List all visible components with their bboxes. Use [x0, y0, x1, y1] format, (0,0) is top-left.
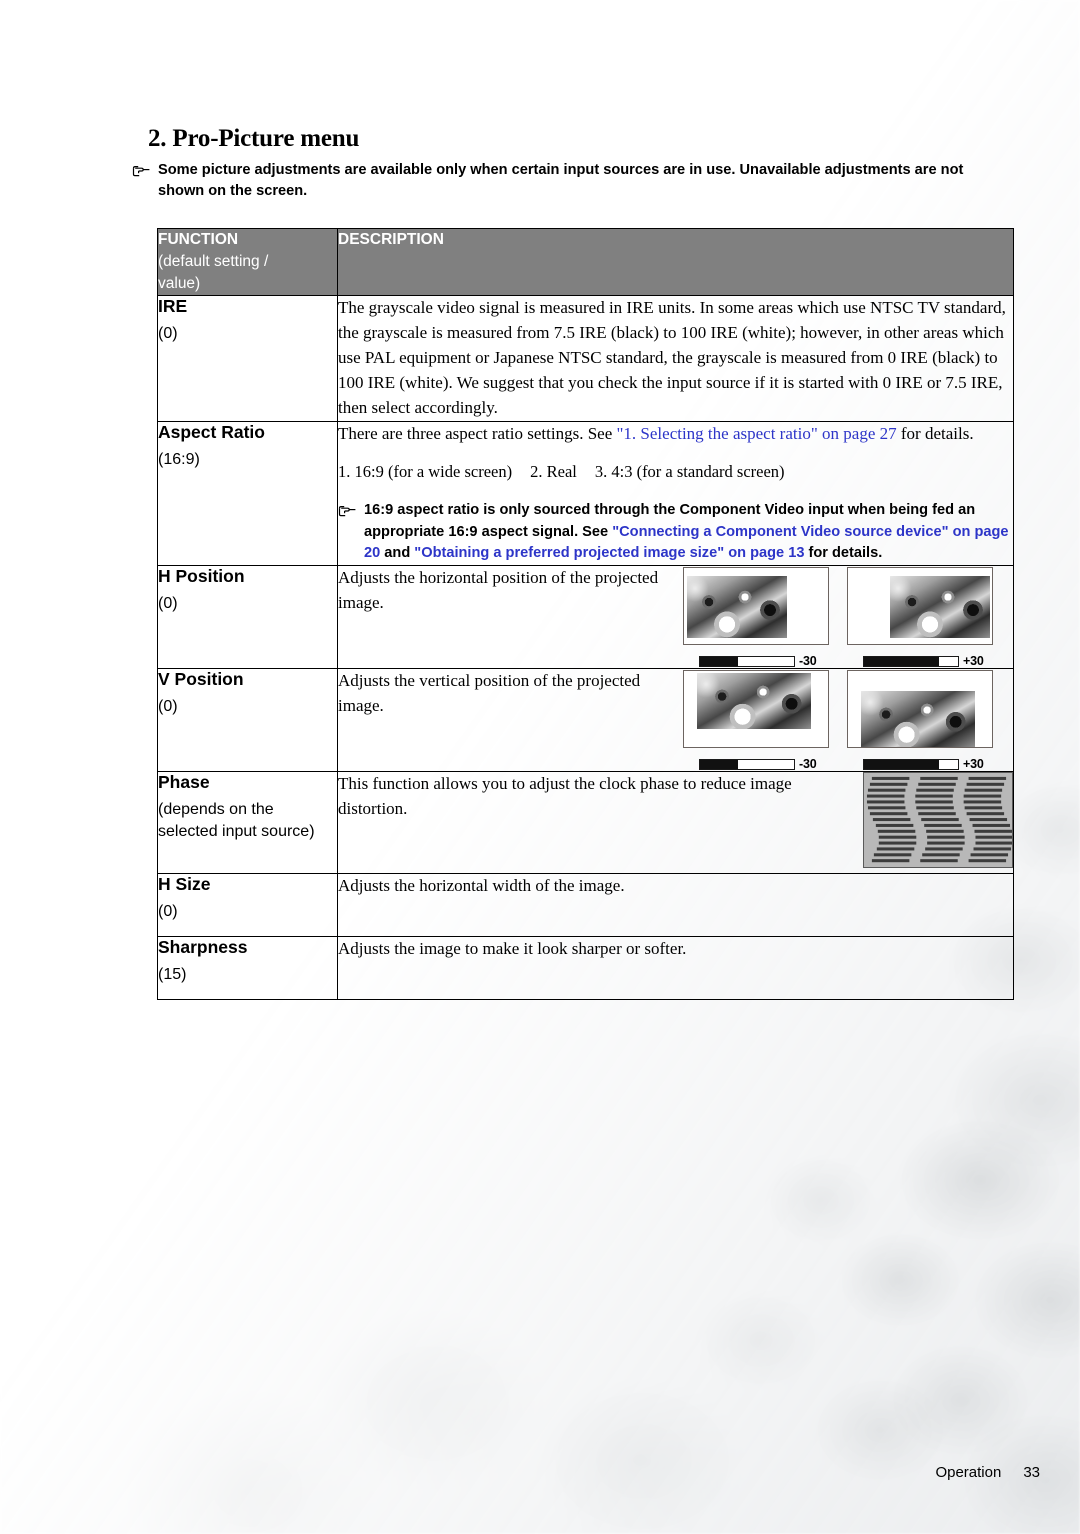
table-row-aspect-ratio: Aspect Ratio (16:9) There are three aspe… — [157, 420, 1014, 567]
table-row-ire: IRE (0) The grayscale video signal is me… — [157, 295, 1014, 422]
h-position-example-minus: -30 — [683, 567, 831, 668]
aspect-option-3: 3. 4:3 (for a standard screen) — [594, 461, 785, 481]
slider-value-label: +30 — [963, 757, 984, 772]
sample-photo — [861, 691, 975, 748]
value-slider[interactable] — [699, 758, 795, 770]
sample-photo — [890, 576, 990, 639]
table-header-row: FUNCTION (default setting / value) DESCR… — [157, 228, 1014, 296]
function-cell-h-position: H Position (0) — [157, 565, 338, 670]
v-position-slider-plus: +30 — [847, 757, 995, 771]
table-row-phase: Phase (depends on the selected input sou… — [157, 771, 1014, 875]
description-cell-h-position: Adjusts the horizontal position of the p… — [337, 565, 1014, 670]
function-name-phase: Phase — [158, 772, 210, 793]
footer-page-number: 33 — [1023, 1464, 1040, 1481]
table-row-h-size: H Size (0) Adjusts the horizontal width … — [157, 873, 1014, 938]
note-part-2: and — [380, 545, 415, 562]
description-text-aspect-ratio: There are three aspect ratio settings. S… — [338, 422, 1013, 447]
v-position-example-plus: +30 — [847, 670, 995, 771]
projected-image-preview — [847, 567, 993, 646]
page-footer: Operation 33 — [0, 1464, 1080, 1481]
projected-image-preview — [683, 567, 829, 646]
footer-section-label: Operation — [935, 1464, 1002, 1481]
function-name-ire: IRE — [158, 296, 188, 316]
slider-value-label: -30 — [799, 757, 817, 772]
value-slider[interactable] — [863, 655, 959, 667]
projected-image-preview — [683, 670, 829, 749]
function-default-h-position: (0) — [158, 594, 178, 612]
function-default-ire: (0) — [158, 324, 178, 342]
h-position-examples: -30 +30 — [683, 567, 995, 668]
aspect-desc-pre: There are three aspect ratio settings. S… — [338, 423, 617, 443]
table-row-h-position: H Position (0) Adjusts the horizontal po… — [157, 565, 1014, 670]
phase-pattern-example — [863, 772, 1013, 873]
table-row-v-position: V Position (0) Adjusts the vertical posi… — [157, 668, 1014, 773]
description-cell-v-position: Adjusts the vertical position of the pro… — [337, 668, 1014, 773]
table-row-sharpness: Sharpness (15) Adjusts the image to make… — [157, 936, 1014, 1001]
projected-image-preview — [847, 670, 993, 749]
h-position-example-plus: +30 — [847, 567, 995, 668]
description-cell-h-size: Adjusts the horizontal width of the imag… — [337, 873, 1014, 938]
description-cell-sharpness: Adjusts the image to make it look sharpe… — [337, 936, 1014, 1001]
function-default-phase: (depends on the selected input source) — [158, 800, 315, 840]
aspect-ratio-xref-link[interactable]: "1. Selecting the aspect ratio" on page … — [616, 424, 896, 443]
header-function-sub-2: value) — [158, 275, 201, 292]
function-cell-ire: IRE (0) — [157, 295, 338, 422]
page-title: 2. Pro-Picture menu — [148, 124, 360, 152]
pro-picture-settings-table: FUNCTION (default setting / value) DESCR… — [157, 228, 1014, 1001]
function-default-v-position: (0) — [158, 697, 178, 715]
h-position-slider-minus: -30 — [683, 654, 831, 668]
description-cell-phase: This function allows you to adjust the c… — [337, 771, 1014, 875]
function-cell-v-position: V Position (0) — [157, 668, 338, 773]
function-name-sharpness: Sharpness — [158, 937, 248, 958]
note-part-3: for details. — [804, 545, 883, 562]
v-position-example-minus: -30 — [683, 670, 831, 771]
value-slider[interactable] — [699, 655, 795, 667]
aspect-ratio-note-text: 16:9 aspect ratio is only sourced throug… — [364, 500, 1013, 565]
description-text-v-position: Adjusts the vertical position of the pro… — [338, 671, 641, 716]
aspect-ratio-note: 16:9 aspect ratio is only sourced throug… — [338, 500, 1013, 565]
header-function-sub: (default setting / — [158, 253, 269, 270]
sample-photo — [697, 673, 811, 730]
function-name-v-position: V Position — [158, 669, 244, 690]
description-cell-ire: The grayscale video signal is measured i… — [337, 295, 1014, 422]
function-cell-phase: Phase (depends on the selected input sou… — [157, 771, 338, 875]
description-cell-aspect-ratio: There are three aspect ratio settings. S… — [337, 420, 1014, 567]
description-text-phase: This function allows you to adjust the c… — [338, 774, 792, 819]
function-name-h-size: H Size — [158, 874, 211, 895]
description-text-sharpness: Adjusts the image to make it look sharpe… — [338, 939, 687, 959]
chevron-stripe-pattern-icon — [863, 772, 1013, 869]
function-name-aspect-ratio: Aspect Ratio — [158, 421, 265, 442]
aspect-ratio-options: 1. 16:9 (for a wide screen) 2. Real 3. 4:3… — [338, 462, 1013, 482]
header-description: DESCRIPTION — [337, 228, 1014, 296]
function-cell-sharpness: Sharpness (15) — [157, 936, 338, 1001]
function-default-sharpness: (15) — [158, 965, 187, 983]
function-default-aspect-ratio: (16:9) — [158, 450, 200, 468]
aspect-desc-post: for details. — [896, 423, 974, 443]
sample-photo — [687, 576, 787, 639]
header-function: FUNCTION (default setting / value) — [157, 228, 338, 296]
header-function-title: FUNCTION — [158, 231, 239, 248]
slider-value-label: -30 — [799, 654, 817, 669]
top-note-text: Some picture adjustments are available o… — [158, 162, 964, 200]
function-default-h-size: (0) — [158, 902, 178, 920]
pointing-hand-icon — [338, 503, 357, 523]
pointing-hand-icon — [132, 163, 151, 183]
function-name-h-position: H Position — [158, 566, 245, 587]
description-text-h-size: Adjusts the horizontal width of the imag… — [338, 876, 625, 896]
obtaining-projected-image-size-link[interactable]: "Obtaining a preferred projected image s… — [414, 545, 804, 561]
function-cell-aspect-ratio: Aspect Ratio (16:9) — [157, 420, 338, 567]
aspect-option-2: 2. Real — [530, 461, 577, 481]
function-cell-h-size: H Size (0) — [157, 873, 338, 938]
h-position-slider-plus: +30 — [847, 654, 995, 668]
v-position-slider-minus: -30 — [683, 757, 831, 771]
description-text-ire: The grayscale video signal is measured i… — [338, 298, 1006, 417]
top-note: Some picture adjustments are available o… — [132, 160, 984, 202]
value-slider[interactable] — [863, 758, 959, 770]
slider-value-label: +30 — [963, 654, 984, 669]
description-text-h-position: Adjusts the horizontal position of the p… — [338, 568, 659, 613]
v-position-examples: -30 +30 — [683, 670, 995, 771]
aspect-option-1: 1. 16:9 (for a wide screen) — [338, 461, 513, 481]
